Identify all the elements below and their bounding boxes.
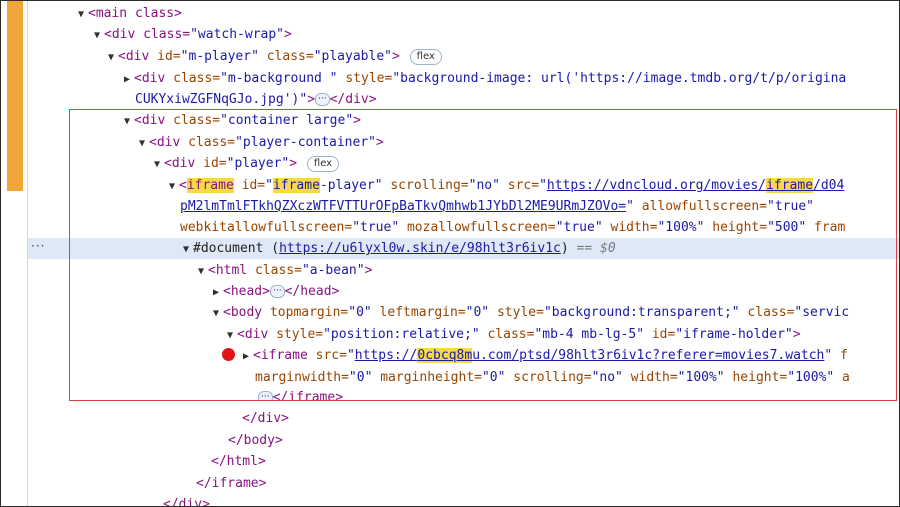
dom-node-div-close: </div>: [242, 411, 289, 426]
breakpoint-dot-icon: [222, 348, 235, 361]
dom-node-body-close: </body>: [228, 433, 283, 448]
dom-node-player-container[interactable]: ▼ <div class="player-container">: [28, 132, 899, 153]
ellipsis-button[interactable]: ···: [315, 93, 330, 106]
expand-triangle-icon[interactable]: ▼: [124, 111, 134, 131]
dom-node-body[interactable]: ▼ <body topmargin="0" leftmargin="0" styl…: [28, 302, 899, 323]
dom-node-document-selected[interactable]: ▼ #document (https://u6lyxl0w.skin/e/98hl…: [28, 238, 899, 259]
dom-node-html-close: </html>: [211, 454, 266, 469]
dom-node-div-close: </div>: [163, 497, 210, 507]
dom-node-html[interactable]: ▼ <html class="a-bean">: [28, 260, 899, 281]
dom-node-m-player[interactable]: ▼ <div id="m-player" class="playable"> fl…: [28, 46, 899, 67]
dom-node-inner-iframe[interactable]: ▶ <iframe src="https://0cbcq8mu.com/ptsd/…: [28, 345, 899, 366]
expand-triangle-icon[interactable]: ▼: [94, 25, 104, 45]
src-link[interactable]: https://vdncloud.org/movies/: [547, 178, 766, 193]
dom-node-inner-iframe-close: ··· </iframe>: [28, 387, 899, 401]
dom-node-container-large[interactable]: ▼ <div class="container large">: [28, 110, 899, 131]
inner-src-link[interactable]: https://: [355, 348, 418, 363]
dom-node-iframe-player-continued: pM2lmTmlFTkhQZXczWTFVTTUrOFpBaTkvQmhwb1J…: [180, 199, 814, 214]
document-link[interactable]: https://u6lyxl0w.skin/e/98hlt3r6iv1c: [279, 241, 561, 256]
expand-triangle-icon[interactable]: ▼: [169, 176, 179, 196]
dom-node-iframe-close: </iframe>: [196, 476, 267, 491]
expand-triangle-icon[interactable]: ▼: [78, 4, 88, 24]
collapse-triangle-icon[interactable]: ▶: [124, 69, 134, 89]
dom-node-iframe-holder[interactable]: ▼ <div style="position:relative;" class="…: [28, 324, 899, 345]
dom-node-iframe-player-continued: webkitallowfullscreen="true" mozallowful…: [180, 220, 846, 235]
dom-node-main[interactable]: ▼ <main class>: [28, 3, 899, 24]
gutter: [1, 1, 28, 506]
expand-triangle-icon[interactable]: ▼: [183, 239, 193, 259]
collapse-triangle-icon[interactable]: ▶: [213, 282, 223, 302]
src-link-continued[interactable]: pM2lmTmlFTkhQZXczWTFVTTUrOFpBaTkvQmhwb1J…: [180, 199, 626, 214]
dom-node-m-background-continued: CUKYxiwZGFNqGJo.jpg')"> ··· </div>: [135, 92, 377, 107]
ellipsis-button[interactable]: ···: [269, 285, 285, 298]
more-options-icon[interactable]: ···: [31, 239, 45, 253]
dom-node-player[interactable]: ▼ <div id="player"> flex: [28, 153, 899, 174]
dom-node-iframe-player[interactable]: ▼ <iframe id="iframe-player" scrolling="n…: [28, 175, 899, 196]
expand-triangle-icon[interactable]: ▼: [198, 261, 208, 281]
dom-node-m-background[interactable]: ▶ <div class="m-background " style="backg…: [28, 68, 899, 89]
devtools-elements-panel: ▼ <main class> ▼ <div class="watch-wrap"> …: [0, 0, 900, 507]
expand-triangle-icon[interactable]: ▼: [108, 47, 118, 67]
flex-badge[interactable]: flex: [306, 156, 340, 172]
dom-node-watch-wrap[interactable]: ▼ <div class="watch-wrap">: [28, 24, 899, 45]
expand-triangle-icon[interactable]: ▼: [154, 154, 164, 174]
expand-triangle-icon[interactable]: ▼: [139, 133, 149, 153]
dom-node-inner-iframe-continued: marginwidth="0" marginheight="0" scrolli…: [255, 370, 850, 385]
expand-triangle-icon[interactable]: ▼: [213, 303, 223, 323]
gutter-highlight-bar: [7, 1, 23, 191]
expand-triangle-icon[interactable]: ▼: [227, 325, 237, 345]
flex-badge[interactable]: flex: [409, 49, 442, 65]
dom-node-head[interactable]: ▶ <head> ··· </head>: [28, 281, 899, 302]
collapse-triangle-icon[interactable]: ▶: [243, 346, 253, 366]
ellipsis-button[interactable]: ···: [258, 391, 273, 401]
